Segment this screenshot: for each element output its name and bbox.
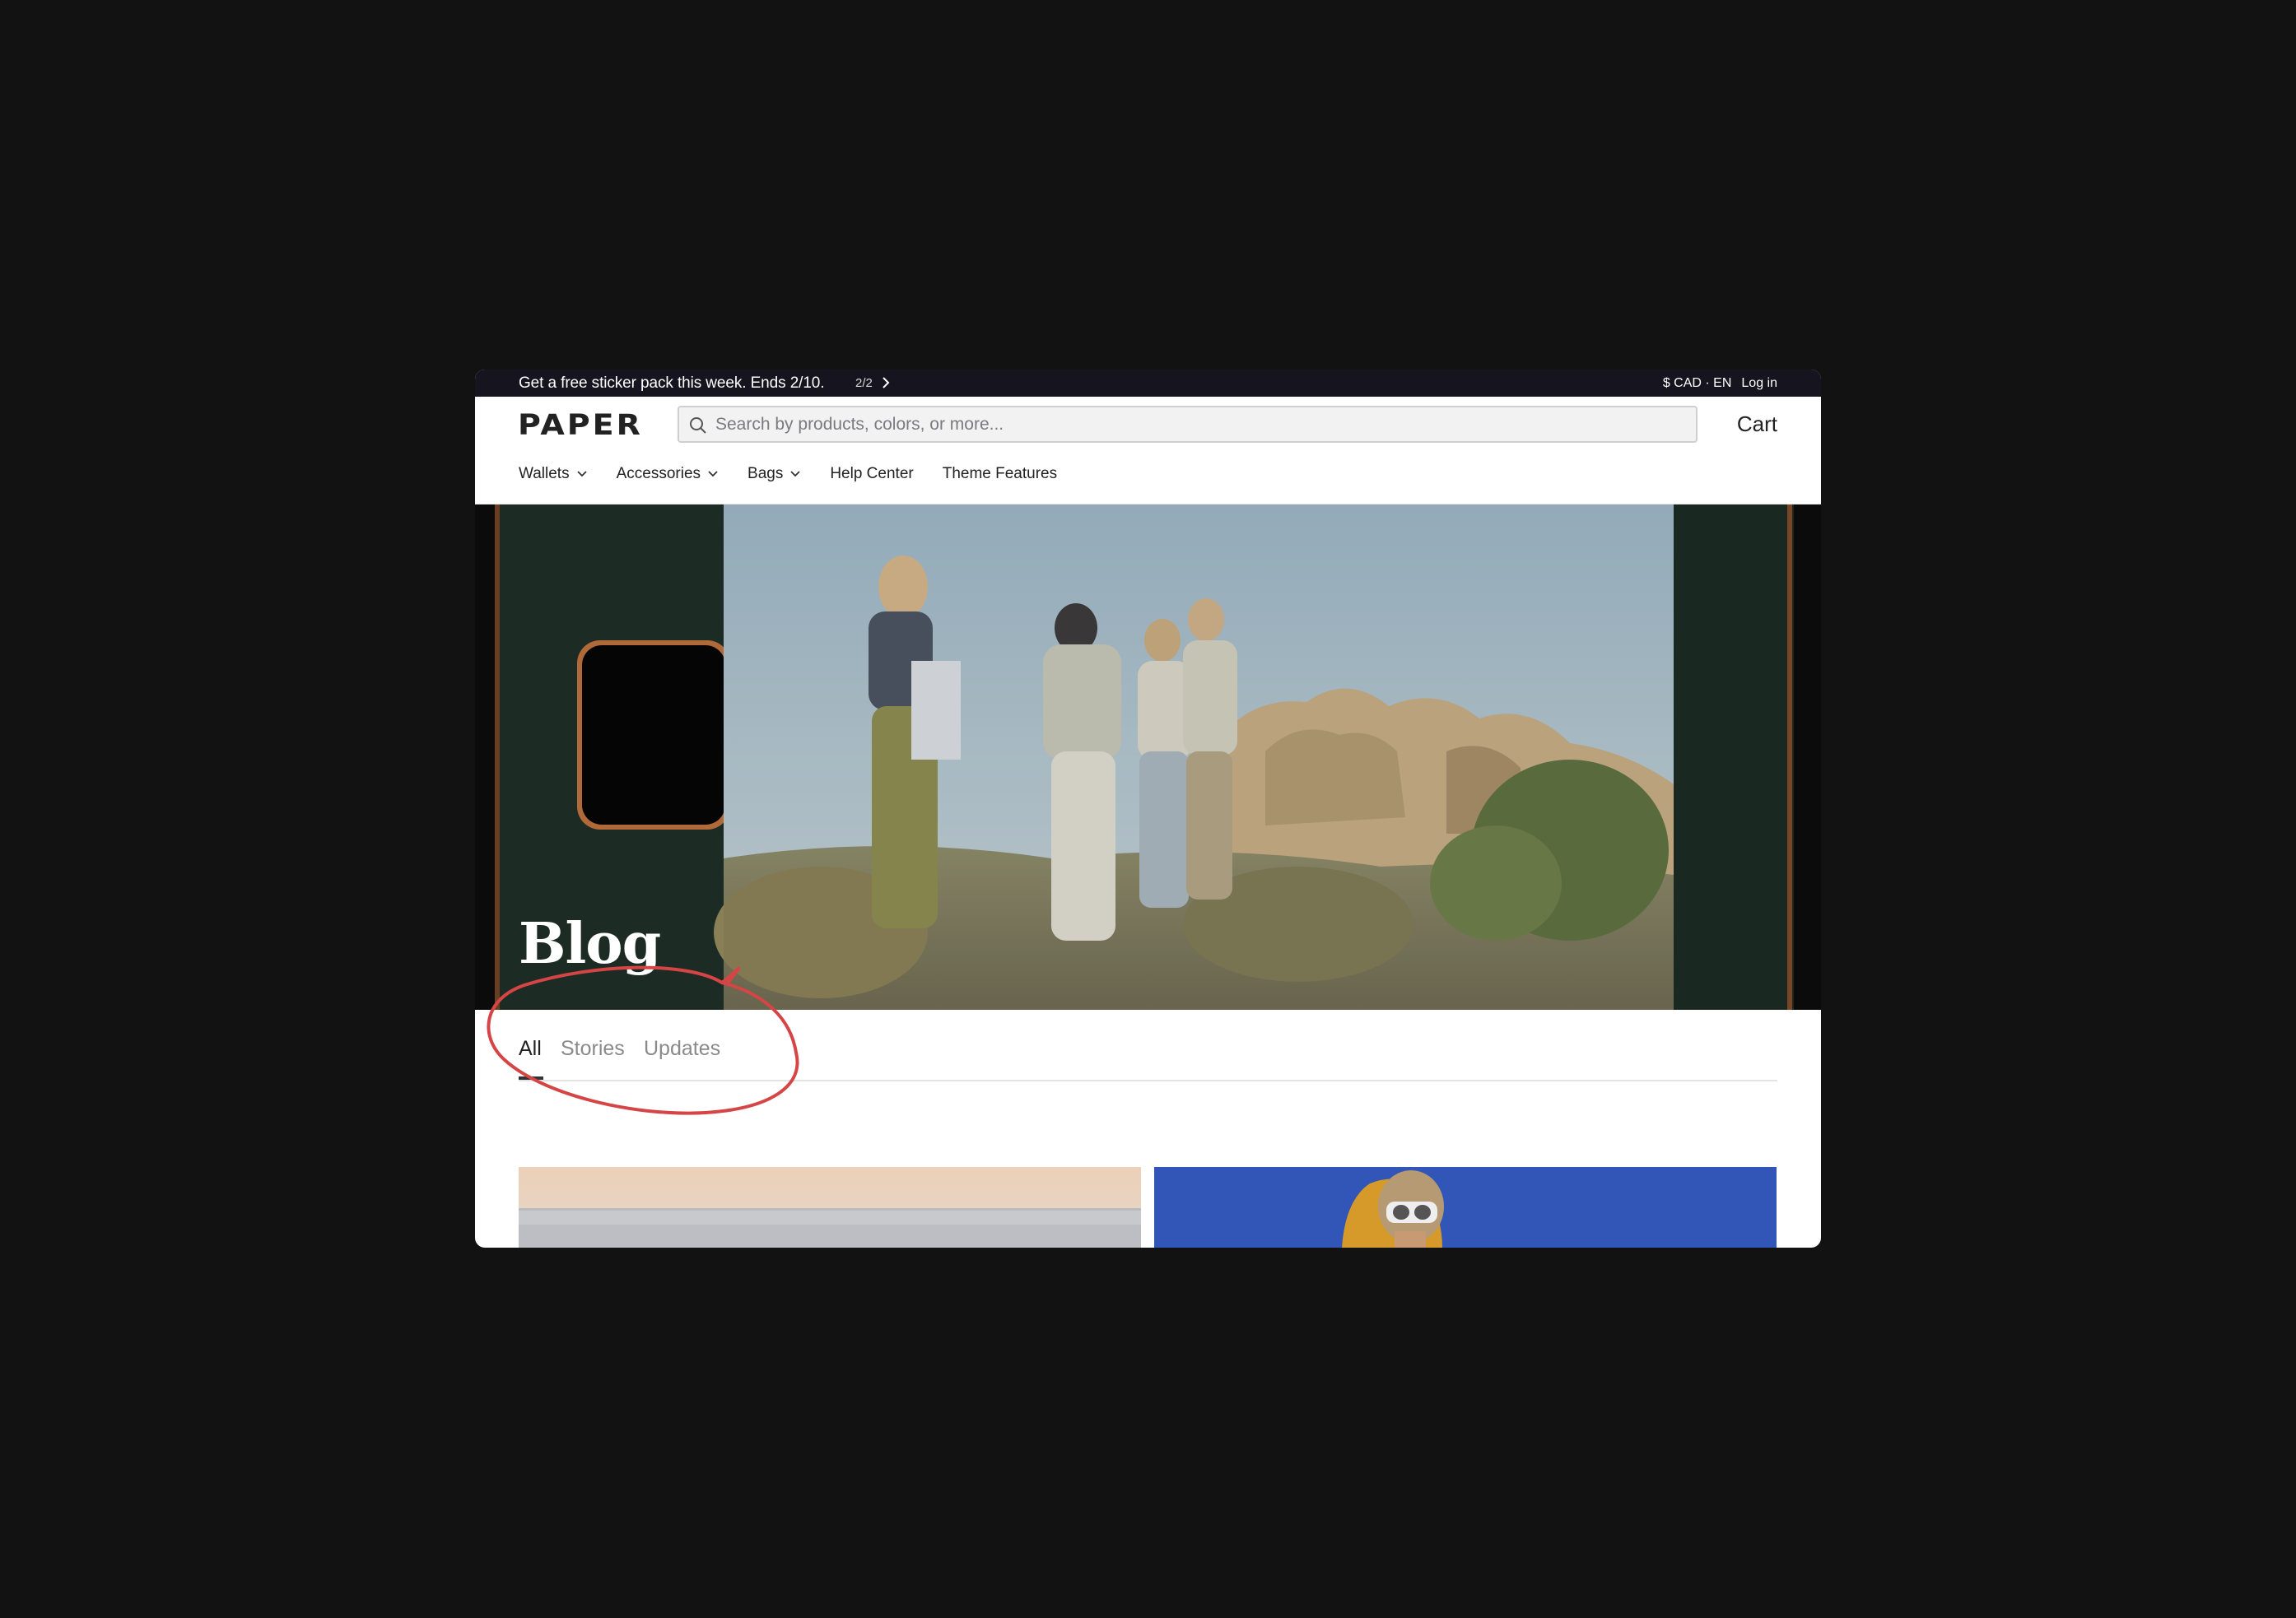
announcement-pager: 2/2 bbox=[855, 376, 873, 390]
tab-all[interactable]: All bbox=[519, 1037, 542, 1061]
nav-item-help-center[interactable]: Help Center bbox=[830, 465, 913, 483]
search-bar[interactable] bbox=[678, 406, 1698, 443]
cart-link[interactable]: Cart bbox=[1737, 411, 1777, 437]
chevron-down-icon bbox=[790, 471, 800, 477]
login-link[interactable]: Log in bbox=[1741, 376, 1777, 391]
nav-item-label: Wallets bbox=[519, 465, 570, 482]
nav-item-label: Theme Features bbox=[942, 465, 1058, 482]
hero-banner: Blog bbox=[475, 504, 1821, 1010]
tab-stories[interactable]: Stories bbox=[561, 1037, 625, 1061]
nav-item-wallets[interactable]: Wallets bbox=[519, 465, 588, 483]
hero-image bbox=[475, 504, 1821, 1010]
nav-item-bags[interactable]: Bags bbox=[747, 465, 801, 483]
active-tab-indicator bbox=[519, 1076, 543, 1080]
search-input[interactable] bbox=[715, 407, 1679, 441]
announcement-bar: Get a free sticker pack this week. Ends … bbox=[475, 370, 1821, 397]
announcement-message: Get a free sticker pack this week. Ends … bbox=[519, 374, 825, 392]
browser-page: Get a free sticker pack this week. Ends … bbox=[475, 370, 1821, 1248]
card-image-ocean bbox=[519, 1167, 1141, 1248]
blog-category-tabs: All Stories Updates bbox=[519, 1032, 1777, 1081]
site-logo[interactable]: PAPER bbox=[518, 408, 643, 441]
chevron-down-icon bbox=[708, 471, 718, 477]
nav-item-accessories[interactable]: Accessories bbox=[617, 465, 719, 483]
tab-updates[interactable]: Updates bbox=[644, 1037, 720, 1061]
currency-selector[interactable]: $ CAD · EN bbox=[1663, 376, 1732, 391]
blog-card-image[interactable] bbox=[519, 1167, 1141, 1248]
nav-item-label: Bags bbox=[747, 465, 784, 482]
chevron-right-icon[interactable] bbox=[880, 375, 892, 390]
chevron-down-icon bbox=[576, 471, 587, 477]
main-nav: Wallets Accessories Bags Help Center The… bbox=[519, 465, 1086, 483]
page-title: Blog bbox=[519, 911, 661, 977]
blog-card-image[interactable] bbox=[1154, 1167, 1777, 1248]
card-image-skier bbox=[1154, 1167, 1777, 1248]
nav-item-label: Help Center bbox=[830, 465, 914, 482]
nav-item-theme-features[interactable]: Theme Features bbox=[943, 465, 1057, 483]
search-icon bbox=[690, 417, 706, 434]
nav-item-label: Accessories bbox=[616, 465, 701, 482]
